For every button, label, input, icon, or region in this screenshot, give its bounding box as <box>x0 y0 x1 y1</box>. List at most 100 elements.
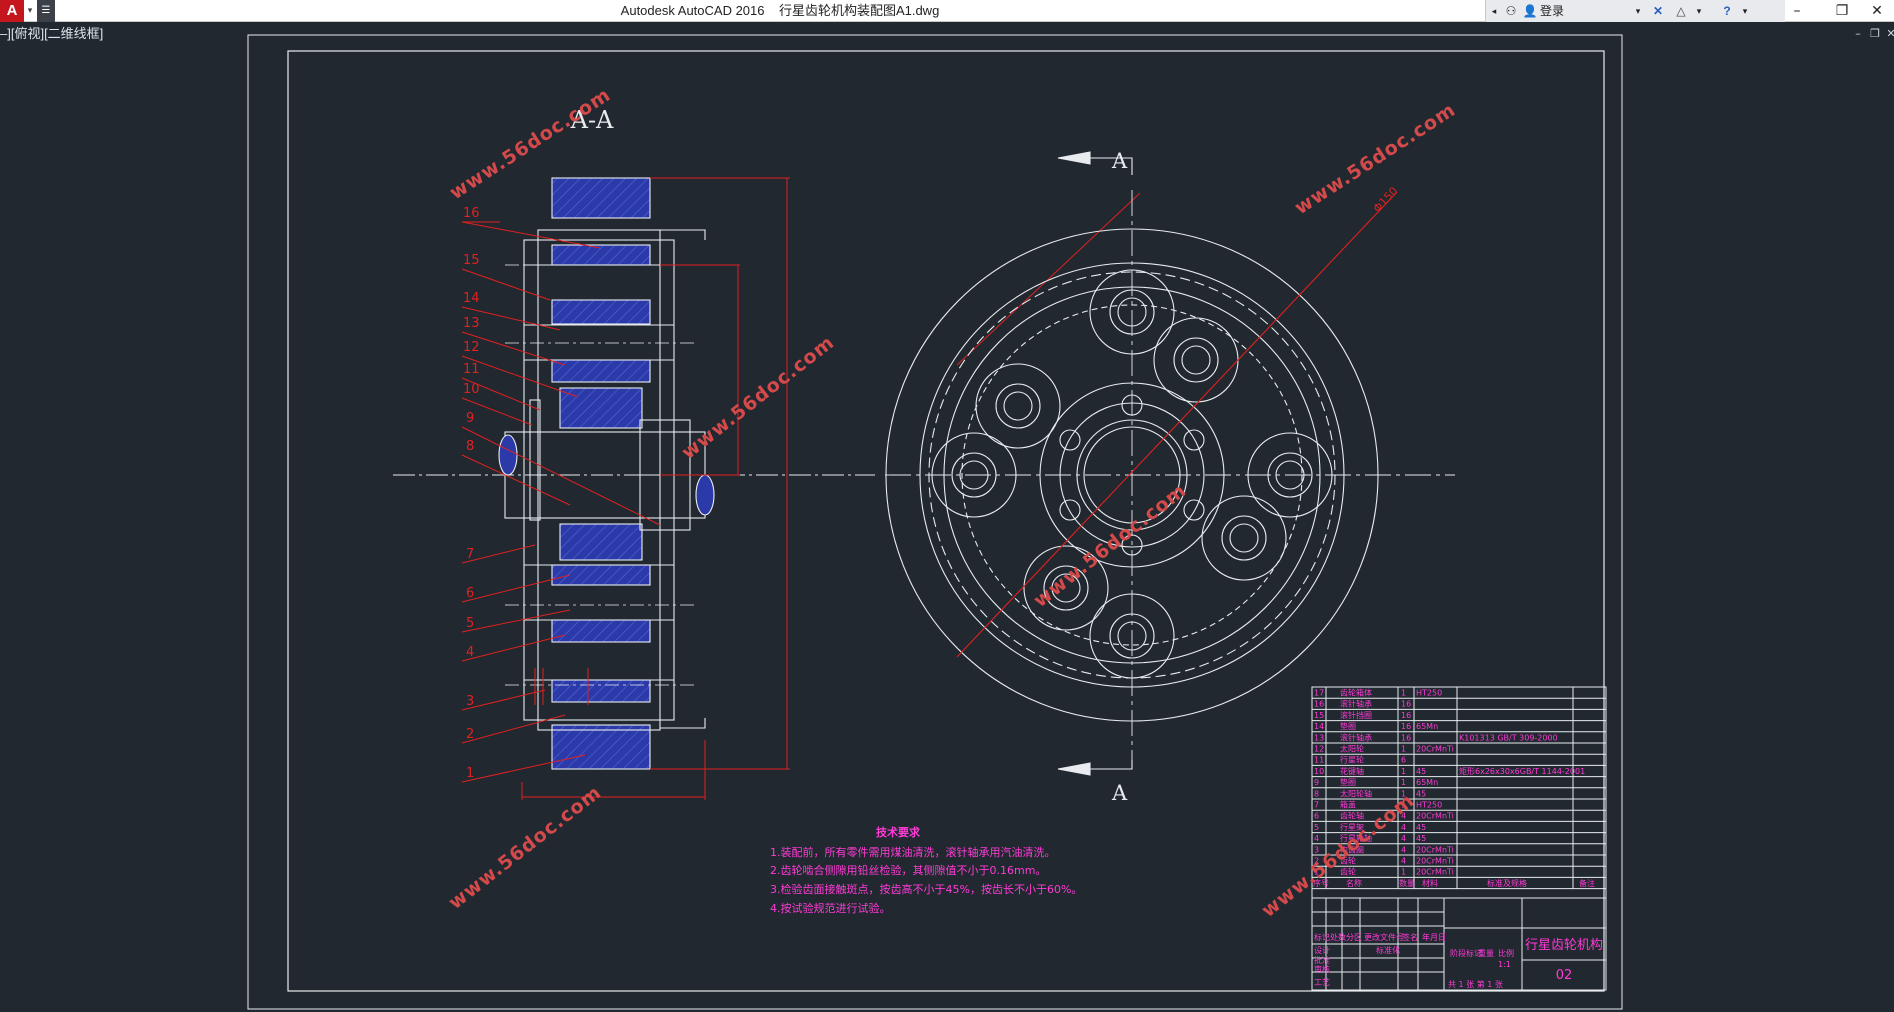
part-row-material: 20CrMnTi <box>1416 845 1454 854</box>
planet-gear <box>1201 495 1287 581</box>
part-row-name: 花键轴 <box>1340 766 1364 776</box>
infocenter-bar: ◂ ⚇ 👤 登录 ▾ ✕ △ ▾ ? ▾ <box>1485 0 1785 22</box>
sign-label: 年月日 <box>1422 932 1446 942</box>
part-row-qty: 1 <box>1401 689 1406 698</box>
part-row-number: 16 <box>1314 700 1324 709</box>
part-number: 4 <box>466 645 474 660</box>
drawing-number: 02 <box>1556 968 1573 983</box>
sign-in-label[interactable]: 登录 <box>1540 0 1580 22</box>
part-number: 6 <box>466 586 474 601</box>
part-number: 3 <box>466 694 474 709</box>
part-numbers: 16 15 14 13 12 11 10 9 8 7 6 5 4 3 2 1 <box>463 206 480 781</box>
part-row-material: 20CrMnTi <box>1416 868 1454 877</box>
part-row-qty: 1 <box>1401 745 1406 754</box>
part-row-name: 滚针挡圈 <box>1340 710 1372 720</box>
header-cell: 名称 <box>1346 878 1362 888</box>
section-dimensions <box>521 177 1141 800</box>
header-cell: 数量 <box>1399 878 1415 888</box>
part-number: 16 <box>463 206 480 221</box>
quick-access-menu-button[interactable]: ☰ <box>37 0 55 22</box>
part-row-name: 箱盖 <box>1340 800 1356 810</box>
part-row-number: 10 <box>1314 767 1324 776</box>
part-row-number: 8 <box>1314 789 1319 798</box>
part-row-material: HT250 <box>1416 801 1442 810</box>
part-number: 13 <box>463 316 480 331</box>
part-number: 14 <box>463 291 480 306</box>
header-cell: 标准及规格 <box>1487 878 1527 888</box>
part-row-material: 20CrMnTi <box>1416 745 1454 754</box>
watermark-text: www.56doc.com <box>678 331 839 464</box>
binoculars-icon[interactable]: ⚇ <box>1502 0 1520 22</box>
part-row-qty: 4 <box>1401 845 1406 854</box>
part-row-name: 齿轮箱体 <box>1340 688 1372 698</box>
part-row-material: 45 <box>1416 823 1426 832</box>
application-menu-chevron-icon[interactable]: ▾ <box>24 0 36 22</box>
tech-title: 技术要求 <box>876 825 921 839</box>
sign-label: 比例 <box>1498 948 1514 958</box>
part-row-number: 7 <box>1314 801 1319 810</box>
part-number: 10 <box>463 382 480 397</box>
autocad-logo-icon[interactable]: A <box>0 0 24 22</box>
sign-label: 工艺 <box>1314 978 1330 987</box>
part-row-name: 太阳轮 <box>1340 744 1364 754</box>
part-row-material: 45 <box>1416 789 1426 798</box>
cut-label-top: A <box>1111 149 1128 173</box>
part-row-number: 11 <box>1314 756 1324 765</box>
part-number: 12 <box>463 340 480 355</box>
watermark-text: www.56doc.com <box>1030 479 1191 612</box>
watermark-text: www.56doc.com <box>445 781 606 914</box>
part-row-number: 3 <box>1314 845 1319 854</box>
part-row-name: 滚针轴承 <box>1340 699 1372 709</box>
exchange-apps-icon[interactable]: ✕ <box>1648 0 1668 22</box>
help-icon[interactable]: ? <box>1716 0 1738 22</box>
minimize-button[interactable]: – <box>1775 0 1819 22</box>
scale-value: 1:1 <box>1498 960 1511 969</box>
restore-button[interactable]: ❐ <box>1820 0 1864 22</box>
a360-icon[interactable]: △ <box>1670 0 1692 22</box>
part-number: 2 <box>466 727 474 742</box>
title-bar: A ▾ ☰ Autodesk AutoCAD 2016 行星齿轮机构装配图A1.… <box>0 0 1894 22</box>
part-row-name: 齿轮 <box>1340 867 1356 877</box>
sign-label: 设计 <box>1314 945 1330 955</box>
header-cell: 备注 <box>1579 878 1595 888</box>
tech-note: 4.按试验规范进行试验。 <box>770 901 891 915</box>
part-row-qty: 16 <box>1401 700 1411 709</box>
tech-note: 1.装配前，所有零件需用煤油清洗，滚针轴承用汽油清洗。 <box>770 845 1056 859</box>
help-dropdown-icon[interactable]: ▾ <box>1739 0 1751 22</box>
part-row-number: 9 <box>1314 778 1319 787</box>
part-row-material: 65Mn <box>1416 778 1438 787</box>
a360-dropdown-icon[interactable]: ▾ <box>1693 0 1705 22</box>
part-row-number: 13 <box>1314 733 1324 742</box>
user-icon[interactable]: 👤 <box>1522 0 1538 22</box>
tech-note: 2.齿轮啮合侧隙用铅丝检验，其侧隙值不小于0.16mm。 <box>770 863 1046 877</box>
sign-label: 处数 <box>1330 932 1346 942</box>
sign-label: 标记 <box>1314 932 1330 942</box>
part-row-qty: 4 <box>1401 823 1406 832</box>
part-row-standard: K101313 GB/T 309-2000 <box>1459 733 1558 742</box>
part-number: 11 <box>463 362 480 377</box>
part-row-number: 6 <box>1314 812 1319 821</box>
tech-note: 3.检验齿面接触斑点，按齿高不小于45%，按齿长不小于60%。 <box>770 882 1082 896</box>
part-row-name: 齿轮轴 <box>1340 811 1364 821</box>
sign-label: 重量 <box>1478 948 1494 958</box>
part-row-material: HT250 <box>1416 689 1442 698</box>
part-row-material: 20CrMnTi <box>1416 812 1454 821</box>
drawing-title: 行星齿轮机构 <box>1525 938 1603 953</box>
watermark-text: www.56doc.com <box>1258 789 1419 922</box>
sign-in-dropdown-icon[interactable]: ▾ <box>1632 0 1644 22</box>
scroll-left-icon[interactable]: ◂ <box>1488 0 1500 22</box>
part-row-qty: 4 <box>1401 857 1406 866</box>
drawing-canvas[interactable]: A-A 16 15 14 13 12 11 10 9 8 7 6 5 4 3 2… <box>0 22 1894 1012</box>
close-button[interactable]: ✕ <box>1860 0 1894 22</box>
part-row-material: 45 <box>1416 767 1426 776</box>
part-number: 5 <box>466 616 474 631</box>
sign-label: 更改文件号 <box>1364 932 1404 942</box>
sign-label: 签名 <box>1402 932 1418 942</box>
sign-label: 审核 <box>1314 964 1330 974</box>
part-number: 1 <box>466 766 474 781</box>
part-number: 8 <box>466 439 474 454</box>
sign-label: 分区 <box>1346 933 1362 942</box>
part-row-number: 14 <box>1314 722 1324 731</box>
part-row-name: 垫圈 <box>1340 721 1356 731</box>
sheet-info: 共 1 张 第 1 张 <box>1448 979 1503 989</box>
